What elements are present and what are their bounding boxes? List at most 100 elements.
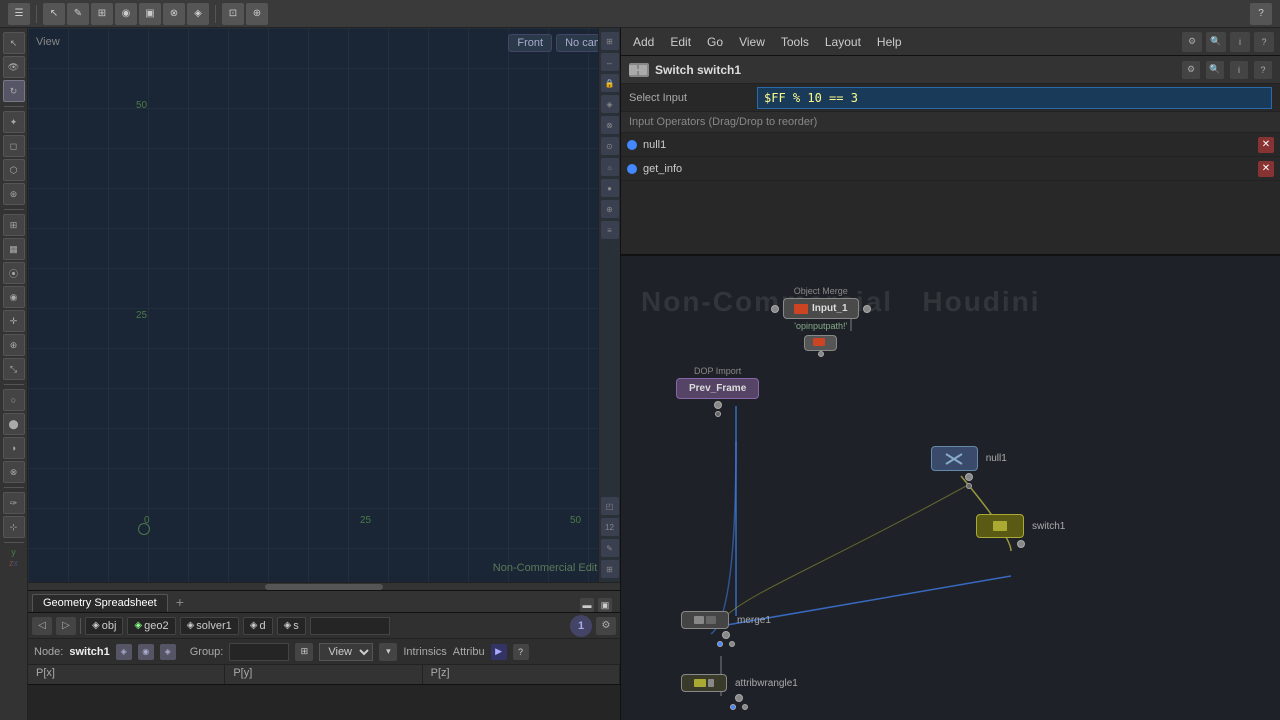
tab-minimize-btn[interactable]: ▬ <box>580 598 594 612</box>
node-merge1[interactable]: merge1 <box>681 611 771 647</box>
tool-icon-5[interactable]: ▣ <box>139 3 161 25</box>
right-menu-add[interactable]: Add <box>627 33 660 51</box>
op-getinfo-remove[interactable]: ✕ <box>1258 161 1274 177</box>
right-icon-help[interactable]: ? <box>1254 32 1274 52</box>
tool-13[interactable]: ⊹ <box>3 516 25 538</box>
tool-icon-3[interactable]: ⊞ <box>91 3 113 25</box>
tool-10[interactable]: ◑ <box>3 437 25 459</box>
ss-path-d[interactable]: ◈ d <box>243 617 273 635</box>
rt-btn-3[interactable]: 🔒 <box>601 74 619 92</box>
tool-icon-6[interactable]: ⊗ <box>163 3 185 25</box>
right-menu-edit[interactable]: Edit <box>664 33 697 51</box>
tool-scale[interactable]: ⤡ <box>3 358 25 380</box>
node-object-merge-box[interactable]: Input_1 <box>783 298 859 319</box>
view-front-button[interactable]: Front <box>508 34 552 52</box>
tool-3[interactable]: ⬡ <box>3 159 25 181</box>
ss-forward-btn[interactable]: ▷ <box>56 617 76 635</box>
prop-icon-settings[interactable]: ⚙ <box>1182 61 1200 79</box>
help-icon[interactable]: ? <box>1250 3 1272 25</box>
node-flag-icon[interactable]: ◉ <box>138 644 154 660</box>
right-menu-layout[interactable]: Layout <box>819 33 867 51</box>
node-switch1[interactable]: switch1 <box>976 514 1065 548</box>
right-icon-info[interactable]: i <box>1230 32 1250 52</box>
rt-btn-7[interactable]: ☼ <box>601 158 619 176</box>
tool-icon-7[interactable]: ◈ <box>187 3 209 25</box>
tool-icon-1[interactable]: ↖ <box>43 3 65 25</box>
tool-11[interactable]: ⊗ <box>3 461 25 483</box>
tool-view[interactable]: 👁 <box>3 56 25 78</box>
tool-select[interactable]: ↖ <box>3 32 25 54</box>
right-menu-go[interactable]: Go <box>701 33 729 51</box>
rt-btn-2[interactable]: ↔ <box>601 53 619 71</box>
rt-btn-11[interactable]: ◰ <box>601 497 619 515</box>
spreadsheet-tab[interactable]: Geometry Spreadsheet <box>32 594 168 612</box>
tool-5[interactable]: ⦿ <box>3 262 25 284</box>
rt-btn-13[interactable]: ⊞ <box>601 560 619 578</box>
tool-8[interactable]: ○ <box>3 389 25 411</box>
node-dop-import-box[interactable]: Prev_Frame <box>676 378 759 399</box>
rt-btn-6[interactable]: ⊙ <box>601 137 619 155</box>
node-attribwrangle1-box[interactable] <box>681 674 727 692</box>
ss-settings-btn[interactable]: ⚙ <box>596 617 616 635</box>
node-switch1-box[interactable] <box>976 514 1024 538</box>
tab-maximize-btn[interactable]: ▣ <box>598 598 612 612</box>
node-object-merge[interactable]: Object Merge Input_1 'opinputpath!' <box>771 286 871 357</box>
right-icon-search[interactable]: 🔍 <box>1206 32 1226 52</box>
tool-icon-4[interactable]: ◉ <box>115 3 137 25</box>
right-menu-tools[interactable]: Tools <box>775 33 815 51</box>
tool-9[interactable]: ⬤ <box>3 413 25 435</box>
tool-7[interactable]: ⊕ <box>3 334 25 356</box>
node-network[interactable]: Non-Commercial Houdini <box>621 256 1280 720</box>
rt-btn-num[interactable]: 12 <box>601 518 619 536</box>
group-filter-icon[interactable]: ⊞ <box>295 643 313 661</box>
ss-path-geo[interactable]: ◈ geo2 <box>127 617 175 635</box>
scrollbar-thumb[interactable] <box>265 584 383 590</box>
tool-12[interactable]: ✑ <box>3 492 25 514</box>
node-flag2-icon[interactable]: ◈ <box>160 644 176 660</box>
tab-add-button[interactable]: + <box>170 592 190 612</box>
rt-btn-8[interactable]: ● <box>601 179 619 197</box>
viewport-scrollbar[interactable] <box>28 582 620 590</box>
node-help-icon[interactable]: ? <box>513 644 529 660</box>
rt-btn-10[interactable]: ≡ <box>601 221 619 239</box>
tool-snap[interactable]: ⊞ <box>3 214 25 236</box>
rt-btn-5[interactable]: ⊗ <box>601 116 619 134</box>
op-null1-remove[interactable]: ✕ <box>1258 137 1274 153</box>
ss-back-btn[interactable]: ◁ <box>32 617 52 635</box>
ss-path-obj[interactable]: ◈ obj <box>85 617 123 635</box>
right-icon-settings[interactable]: ⚙ <box>1182 32 1202 52</box>
node-null1[interactable]: ___ null1 <box>931 446 1007 489</box>
ss-path-solver[interactable]: ◈ solver1 <box>180 617 239 635</box>
app-menu-icon[interactable]: ☰ <box>8 3 30 25</box>
tool-2[interactable]: ◻ <box>3 135 25 157</box>
tool-1[interactable]: ✦ <box>3 111 25 133</box>
prop-icon-help[interactable]: ? <box>1254 61 1272 79</box>
rt-btn-12[interactable]: ✎ <box>601 539 619 557</box>
prop-icon-search[interactable]: 🔍 <box>1206 61 1224 79</box>
node-type-icon[interactable]: ◈ <box>116 644 132 660</box>
tool-rotate[interactable]: ↻ <box>3 80 25 102</box>
tool-coord[interactable]: yzx <box>9 547 18 569</box>
tool-4[interactable]: ⊛ <box>3 183 25 205</box>
rt-btn-1[interactable]: ⊞ <box>601 32 619 50</box>
view-dropdown-icon[interactable]: ▾ <box>379 643 397 661</box>
attrib-arrow-icon[interactable]: ▶ <box>491 644 507 660</box>
node-null1-box[interactable]: ___ <box>931 446 978 471</box>
viewport[interactable]: View Front No cam 50 25 0 25 50 Non-Comm… <box>28 28 620 582</box>
rt-btn-9[interactable]: ⊕ <box>601 200 619 218</box>
node-merge1-box[interactable] <box>681 611 729 629</box>
tool-icon-8[interactable]: ⊡ <box>222 3 244 25</box>
rt-btn-4[interactable]: ◈ <box>601 95 619 113</box>
tool-6[interactable]: ◉ <box>3 286 25 308</box>
ss-path-s[interactable]: ◈ s <box>277 617 306 635</box>
node-dop-import[interactable]: DOP Import Prev_Frame <box>676 366 759 417</box>
select-input-field[interactable] <box>757 87 1272 109</box>
view-select[interactable]: View <box>319 643 373 661</box>
node-attribwrangle1[interactable]: attribwrangle1 <box>681 674 798 710</box>
node-opinputpath-box[interactable] <box>804 335 837 351</box>
tool-icon-2[interactable]: ✎ <box>67 3 89 25</box>
tool-move[interactable]: ✛ <box>3 310 25 332</box>
right-menu-view[interactable]: View <box>733 33 771 51</box>
tool-icon-9[interactable]: ⊕ <box>246 3 268 25</box>
tool-grid[interactable]: ▦ <box>3 238 25 260</box>
